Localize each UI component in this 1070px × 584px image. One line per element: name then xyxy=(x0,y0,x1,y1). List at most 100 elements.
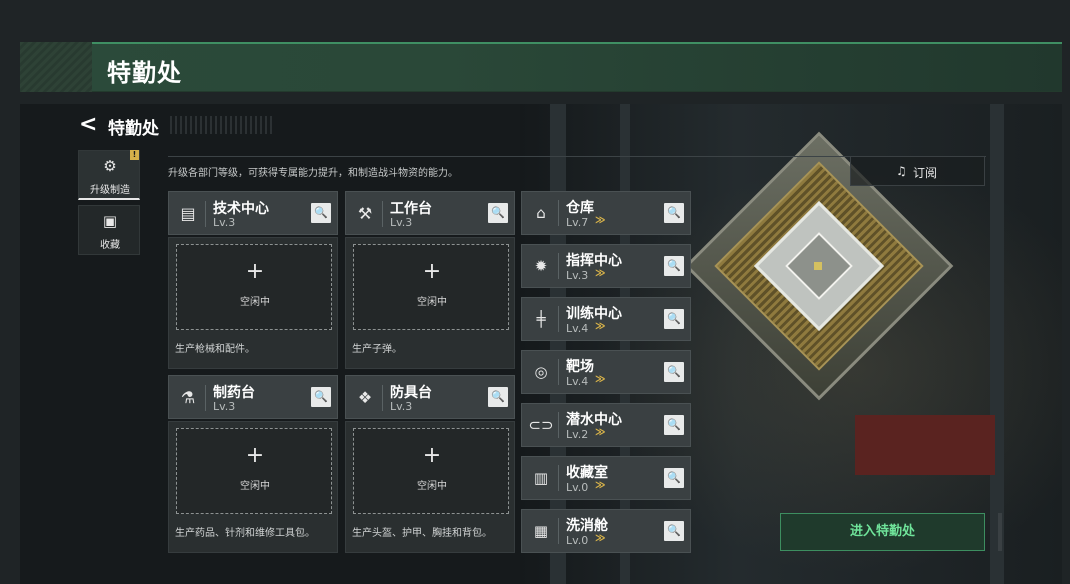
banner-stripe-decoration xyxy=(20,42,92,92)
facility-card-armor: ❖ 防具台 Lv.3 🔍 + 空闲中 生产头盔、护甲、胸挂和背包。 xyxy=(345,375,515,553)
facility-item-training-center[interactable]: ╪ 训练中心 Lv.4 ≫ 🔍 xyxy=(521,297,691,341)
search-icon[interactable]: 🔍 xyxy=(664,415,684,435)
card-body: + 空闲中 生产子弹。 xyxy=(345,237,515,369)
production-slot[interactable]: + 空闲中 xyxy=(353,428,509,514)
facility-level: Lv.3 xyxy=(213,400,236,413)
page-title: 特勤处 xyxy=(108,119,159,139)
search-icon[interactable]: 🔍 xyxy=(311,203,331,223)
facility-name: 技术中心 xyxy=(213,201,269,217)
facility-card-pharmacy: ⚗ 制药台 Lv.3 🔍 + 空闲中 生产药品、针剂和维修工具包。 xyxy=(168,375,338,553)
facility-level: Lv.7 xyxy=(566,216,589,229)
production-slot[interactable]: + 空闲中 xyxy=(353,244,509,330)
plus-icon: + xyxy=(245,443,265,468)
facility-name: 防具台 xyxy=(390,385,432,401)
production-slot[interactable]: + 空闲中 xyxy=(176,428,332,514)
upgrade-available-icon: ≫ xyxy=(595,268,606,279)
microscope-icon: ⚗ xyxy=(180,388,196,407)
warehouse-icon: ⌂ xyxy=(536,204,546,222)
facility-item-command-center[interactable]: ✹ 指挥中心 Lv.3 ≫ 🔍 xyxy=(521,244,691,288)
workbench-tools-icon: ⚒ xyxy=(357,204,373,223)
card-header[interactable]: ⚗ 制药台 Lv.3 🔍 xyxy=(168,375,338,419)
facility-name: 训练中心 xyxy=(566,306,622,322)
facility-name: 指挥中心 xyxy=(566,253,622,269)
upgrade-available-icon: ≫ xyxy=(595,533,606,544)
card-header[interactable]: ▤ 技术中心 Lv.3 🔍 xyxy=(168,191,338,235)
facility-level: Lv.4 xyxy=(566,322,589,335)
tab-notification-badge: ! xyxy=(130,150,139,160)
tab-collection[interactable]: ▣ 收藏 xyxy=(78,205,140,255)
card-body: + 空闲中 生产枪械和配件。 xyxy=(168,237,338,369)
facility-level: Lv.3 xyxy=(213,216,236,229)
card-body: + 空闲中 生产头盔、护甲、胸挂和背包。 xyxy=(345,421,515,553)
command-chip-icon: ✹ xyxy=(534,257,548,275)
subscribe-label: 订阅 xyxy=(913,166,938,180)
facility-level: Lv.2 xyxy=(566,428,589,441)
banner-title: 特勤处 xyxy=(107,59,182,87)
facility-level: Lv.3 xyxy=(390,400,413,413)
search-icon[interactable]: 🔍 xyxy=(664,468,684,488)
upgrade-available-icon: ≫ xyxy=(595,215,606,226)
card-header[interactable]: ❖ 防具台 Lv.3 🔍 xyxy=(345,375,515,419)
search-icon[interactable]: 🔍 xyxy=(664,256,684,276)
facility-item-diving-center[interactable]: ⊂⊃ 潜水中心 Lv.2 ≫ 🔍 xyxy=(521,403,691,447)
card-header[interactable]: ⚒ 工作台 Lv.3 🔍 xyxy=(345,191,515,235)
dumbbell-icon: ╪ xyxy=(536,310,546,328)
divider xyxy=(558,518,559,544)
plus-icon: + xyxy=(245,259,265,284)
search-icon[interactable]: 🔍 xyxy=(664,309,684,329)
facility-item-collection-room[interactable]: ▥ 收藏室 Lv.0 ≫ 🔍 xyxy=(521,456,691,500)
divider xyxy=(558,359,559,385)
divider xyxy=(558,306,559,332)
plus-icon: + xyxy=(422,259,442,284)
facility-name: 工作台 xyxy=(390,201,432,217)
back-arrow-icon[interactable]: < xyxy=(79,114,99,136)
divider xyxy=(558,253,559,279)
facility-level: Lv.0 xyxy=(566,481,589,494)
tech-center-icon: ▤ xyxy=(180,204,196,223)
target-icon: ◎ xyxy=(534,363,548,381)
search-icon[interactable]: 🔍 xyxy=(488,203,508,223)
tab-label: 升级制造 xyxy=(90,185,130,196)
facility-level: Lv.3 xyxy=(566,269,589,282)
divider xyxy=(558,412,559,438)
subscribe-bell-icon: ♫ xyxy=(896,164,907,178)
facility-level: Lv.3 xyxy=(390,216,413,229)
search-icon[interactable]: 🔍 xyxy=(664,203,684,223)
divider xyxy=(558,465,559,491)
facility-item-decontamination[interactable]: ▦ 洗消舱 Lv.0 ≫ 🔍 xyxy=(521,509,691,553)
search-icon[interactable]: 🔍 xyxy=(664,362,684,382)
slot-status: 空闲中 xyxy=(240,481,270,492)
facility-level: Lv.0 xyxy=(566,534,589,547)
search-icon[interactable]: 🔍 xyxy=(311,387,331,407)
search-icon[interactable]: 🔍 xyxy=(488,387,508,407)
scene-red-box xyxy=(855,415,995,475)
facility-item-shooting-range[interactable]: ◎ 靶场 Lv.4 ≫ 🔍 xyxy=(521,350,691,394)
slot-status: 空闲中 xyxy=(240,297,270,308)
facility-level: Lv.4 xyxy=(566,375,589,388)
facility-description: 生产枪械和配件。 xyxy=(175,344,255,355)
diving-mask-icon: ⊂⊃ xyxy=(528,416,554,434)
facility-item-warehouse[interactable]: ⌂ 仓库 Lv.7 ≫ 🔍 xyxy=(521,191,691,235)
enter-special-ops-button[interactable]: 进入特勤处 xyxy=(780,513,985,551)
facility-name: 潜水中心 xyxy=(566,412,622,428)
facility-name: 靶场 xyxy=(566,359,594,375)
slot-status: 空闲中 xyxy=(417,481,447,492)
search-icon[interactable]: 🔍 xyxy=(664,521,684,541)
facility-description: 生产子弹。 xyxy=(352,344,402,355)
divider xyxy=(205,201,206,227)
slot-status: 空闲中 xyxy=(417,297,447,308)
facility-card-tech-center: ▤ 技术中心 Lv.3 🔍 + 空闲中 生产枪械和配件。 xyxy=(168,191,338,369)
upgrade-available-icon: ≫ xyxy=(595,321,606,332)
header-stripe-decoration xyxy=(170,116,275,134)
production-slot[interactable]: + 空闲中 xyxy=(176,244,332,330)
facility-card-workbench: ⚒ 工作台 Lv.3 🔍 + 空闲中 生产子弹。 xyxy=(345,191,515,369)
facility-name: 洗消舱 xyxy=(566,518,608,534)
divider xyxy=(382,385,383,411)
card-body: + 空闲中 生产药品、针剂和维修工具包。 xyxy=(168,421,338,553)
decontamination-icon: ▦ xyxy=(533,522,549,540)
facility-name: 收藏室 xyxy=(566,465,608,481)
collection-room-icon: ▥ xyxy=(533,469,549,487)
facility-description: 生产头盔、护甲、胸挂和背包。 xyxy=(352,528,492,539)
enter-button-side-bar xyxy=(998,513,1002,551)
armor-cubes-icon: ❖ xyxy=(357,388,373,407)
